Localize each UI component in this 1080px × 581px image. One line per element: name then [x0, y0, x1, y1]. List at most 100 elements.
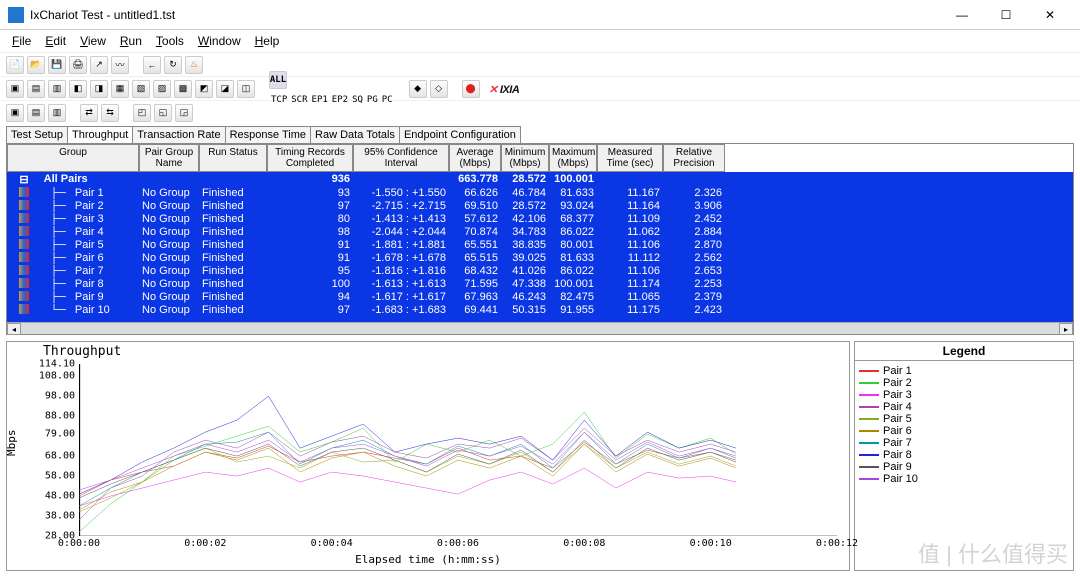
tb-btn-8[interactable]: ▨	[153, 80, 171, 98]
tb-btn-6[interactable]: ▦	[111, 80, 129, 98]
throughput-chart: Throughput Mbps 28.0038.0048.0058.0068.0…	[6, 341, 850, 571]
column-header[interactable]: Average(Mbps)	[449, 144, 501, 172]
wave-icon[interactable]: 〰	[111, 56, 129, 74]
table-row[interactable]: ├─ Pair 6 No Group Finished91 -1.678 : +…	[7, 252, 1073, 265]
tb-btn-9[interactable]: ▩	[174, 80, 192, 98]
column-header[interactable]: Timing RecordsCompleted	[267, 144, 353, 172]
tb3-btn-6[interactable]: ◰	[133, 104, 151, 122]
results-grid: GroupPair GroupNameRun StatusTiming Reco…	[6, 143, 1074, 335]
tb-btn-5[interactable]: ◨	[90, 80, 108, 98]
column-header[interactable]: Pair GroupName	[139, 144, 199, 172]
fire-icon[interactable]: ♨	[185, 56, 203, 74]
tb-btn-14[interactable]: ◇	[430, 80, 448, 98]
x-tick: 0:00:02	[184, 536, 226, 549]
menu-view[interactable]: View	[74, 32, 112, 50]
filter-ep2[interactable]: EP2	[330, 95, 350, 105]
tb-btn-10[interactable]: ◩	[195, 80, 213, 98]
window-maximize-button[interactable]: ☐	[984, 1, 1028, 29]
save-icon[interactable]: 💾	[48, 56, 66, 74]
tb-btn-1[interactable]: ▣	[6, 80, 24, 98]
legend-item[interactable]: Pair 6	[859, 425, 1069, 437]
titlebar: IxChariot Test - untitled1.tst — ☐ ✕	[0, 0, 1080, 30]
horizontal-scrollbar[interactable]: ◂ ▸	[7, 322, 1073, 334]
tb3-btn-8[interactable]: ◲	[175, 104, 193, 122]
column-header[interactable]: Run Status	[199, 144, 267, 172]
column-header[interactable]: RelativePrecision	[663, 144, 725, 172]
tab-throughput[interactable]: Throughput	[67, 126, 133, 143]
table-row[interactable]: ├─ Pair 8 No Group Finished100 -1.613 : …	[7, 278, 1073, 291]
column-header[interactable]: Minimum(Mbps)	[501, 144, 549, 172]
table-row[interactable]: ├─ Pair 5 No Group Finished91 -1.881 : +…	[7, 239, 1073, 252]
tb3-btn-4[interactable]: ⇄	[80, 104, 98, 122]
scroll-right-button[interactable]: ▸	[1059, 323, 1073, 335]
column-header[interactable]: MeasuredTime (sec)	[597, 144, 663, 172]
tb-btn-4[interactable]: ◧	[69, 80, 87, 98]
tab-test-setup[interactable]: Test Setup	[6, 126, 68, 143]
column-header[interactable]: Group	[7, 144, 139, 172]
menu-file[interactable]: File	[6, 32, 37, 50]
grid-body[interactable]: ⊟ All Pairs936 663.778 28.572 100.001 ├─…	[7, 172, 1073, 322]
legend-item[interactable]: Pair 4	[859, 401, 1069, 413]
back-icon[interactable]: ←	[143, 56, 161, 74]
refresh-icon[interactable]: ↻	[164, 56, 182, 74]
tab-response-time[interactable]: Response Time	[225, 126, 311, 143]
filter-sq[interactable]: SQ	[350, 95, 365, 105]
table-row[interactable]: └─ Pair 10 No Group Finished97 -1.683 : …	[7, 304, 1073, 317]
filter-ep1[interactable]: EP1	[310, 95, 330, 105]
tb-btn-3[interactable]: ▥	[48, 80, 66, 98]
tb3-btn-3[interactable]: ▥	[48, 104, 66, 122]
watermark: 值 | 什么值得买	[918, 537, 1068, 569]
tb3-btn-2[interactable]: ▤	[27, 104, 45, 122]
tb3-btn-7[interactable]: ◱	[154, 104, 172, 122]
scroll-left-button[interactable]: ◂	[7, 323, 21, 335]
menu-edit[interactable]: Edit	[39, 32, 72, 50]
column-header[interactable]: Maximum(Mbps)	[549, 144, 597, 172]
menu-window[interactable]: Window	[192, 32, 247, 50]
window-minimize-button[interactable]: —	[940, 1, 984, 29]
table-row[interactable]: ├─ Pair 2 No Group Finished97 -2.715 : +…	[7, 200, 1073, 213]
filter-pc[interactable]: PC	[380, 95, 395, 105]
tb-btn-2[interactable]: ▤	[27, 80, 45, 98]
legend-item[interactable]: Pair 9	[859, 461, 1069, 473]
new-icon[interactable]: 📄	[6, 56, 24, 74]
legend-title: Legend	[855, 342, 1073, 361]
tb-btn-12[interactable]: ◫	[237, 80, 255, 98]
legend-item[interactable]: Pair 7	[859, 437, 1069, 449]
print-icon[interactable]: 🖨	[69, 56, 87, 74]
table-row[interactable]: ├─ Pair 1 No Group Finished93 -1.550 : +…	[7, 187, 1073, 200]
summary-row[interactable]: ⊟ All Pairs936 663.778 28.572 100.001	[7, 172, 1073, 187]
tab-transaction-rate[interactable]: Transaction Rate	[132, 126, 225, 143]
legend-item[interactable]: Pair 2	[859, 377, 1069, 389]
legend-item[interactable]: Pair 1	[859, 365, 1069, 377]
tb-btn-13[interactable]: ◆	[409, 80, 427, 98]
filter-all[interactable]: ALL	[269, 71, 287, 89]
legend-item[interactable]: Pair 5	[859, 413, 1069, 425]
stop-icon[interactable]: ⬤	[462, 80, 480, 98]
filter-pg[interactable]: PG	[365, 95, 380, 105]
table-row[interactable]: ├─ Pair 9 No Group Finished94 -1.617 : +…	[7, 291, 1073, 304]
x-tick: 0:00:06	[437, 536, 479, 549]
export-icon[interactable]: ↗	[90, 56, 108, 74]
tb3-btn-5[interactable]: ⇆	[101, 104, 119, 122]
legend-item[interactable]: Pair 8	[859, 449, 1069, 461]
tab-raw-data-totals[interactable]: Raw Data Totals	[310, 126, 400, 143]
table-row[interactable]: ├─ Pair 3 No Group Finished80 -1.413 : +…	[7, 213, 1073, 226]
x-tick: 0:00:12	[816, 536, 858, 549]
y-tick: 108.00	[39, 371, 79, 382]
filter-tcp[interactable]: TCP	[269, 95, 289, 105]
menu-tools[interactable]: Tools	[150, 32, 190, 50]
table-row[interactable]: ├─ Pair 7 No Group Finished95 -1.816 : +…	[7, 265, 1073, 278]
tb-btn-11[interactable]: ◪	[216, 80, 234, 98]
tb3-btn-1[interactable]: ▣	[6, 104, 24, 122]
tab-endpoint-configuration[interactable]: Endpoint Configuration	[399, 126, 521, 143]
legend-item[interactable]: Pair 3	[859, 389, 1069, 401]
tb-btn-7[interactable]: ▧	[132, 80, 150, 98]
column-header[interactable]: 95% ConfidenceInterval	[353, 144, 449, 172]
menu-help[interactable]: Help	[249, 32, 286, 50]
filter-scr[interactable]: SCR	[289, 95, 309, 105]
open-icon[interactable]: 📂	[27, 56, 45, 74]
menu-run[interactable]: Run	[114, 32, 148, 50]
table-row[interactable]: ├─ Pair 4 No Group Finished98 -2.044 : +…	[7, 226, 1073, 239]
window-close-button[interactable]: ✕	[1028, 1, 1072, 29]
legend-item[interactable]: Pair 10	[859, 473, 1069, 485]
